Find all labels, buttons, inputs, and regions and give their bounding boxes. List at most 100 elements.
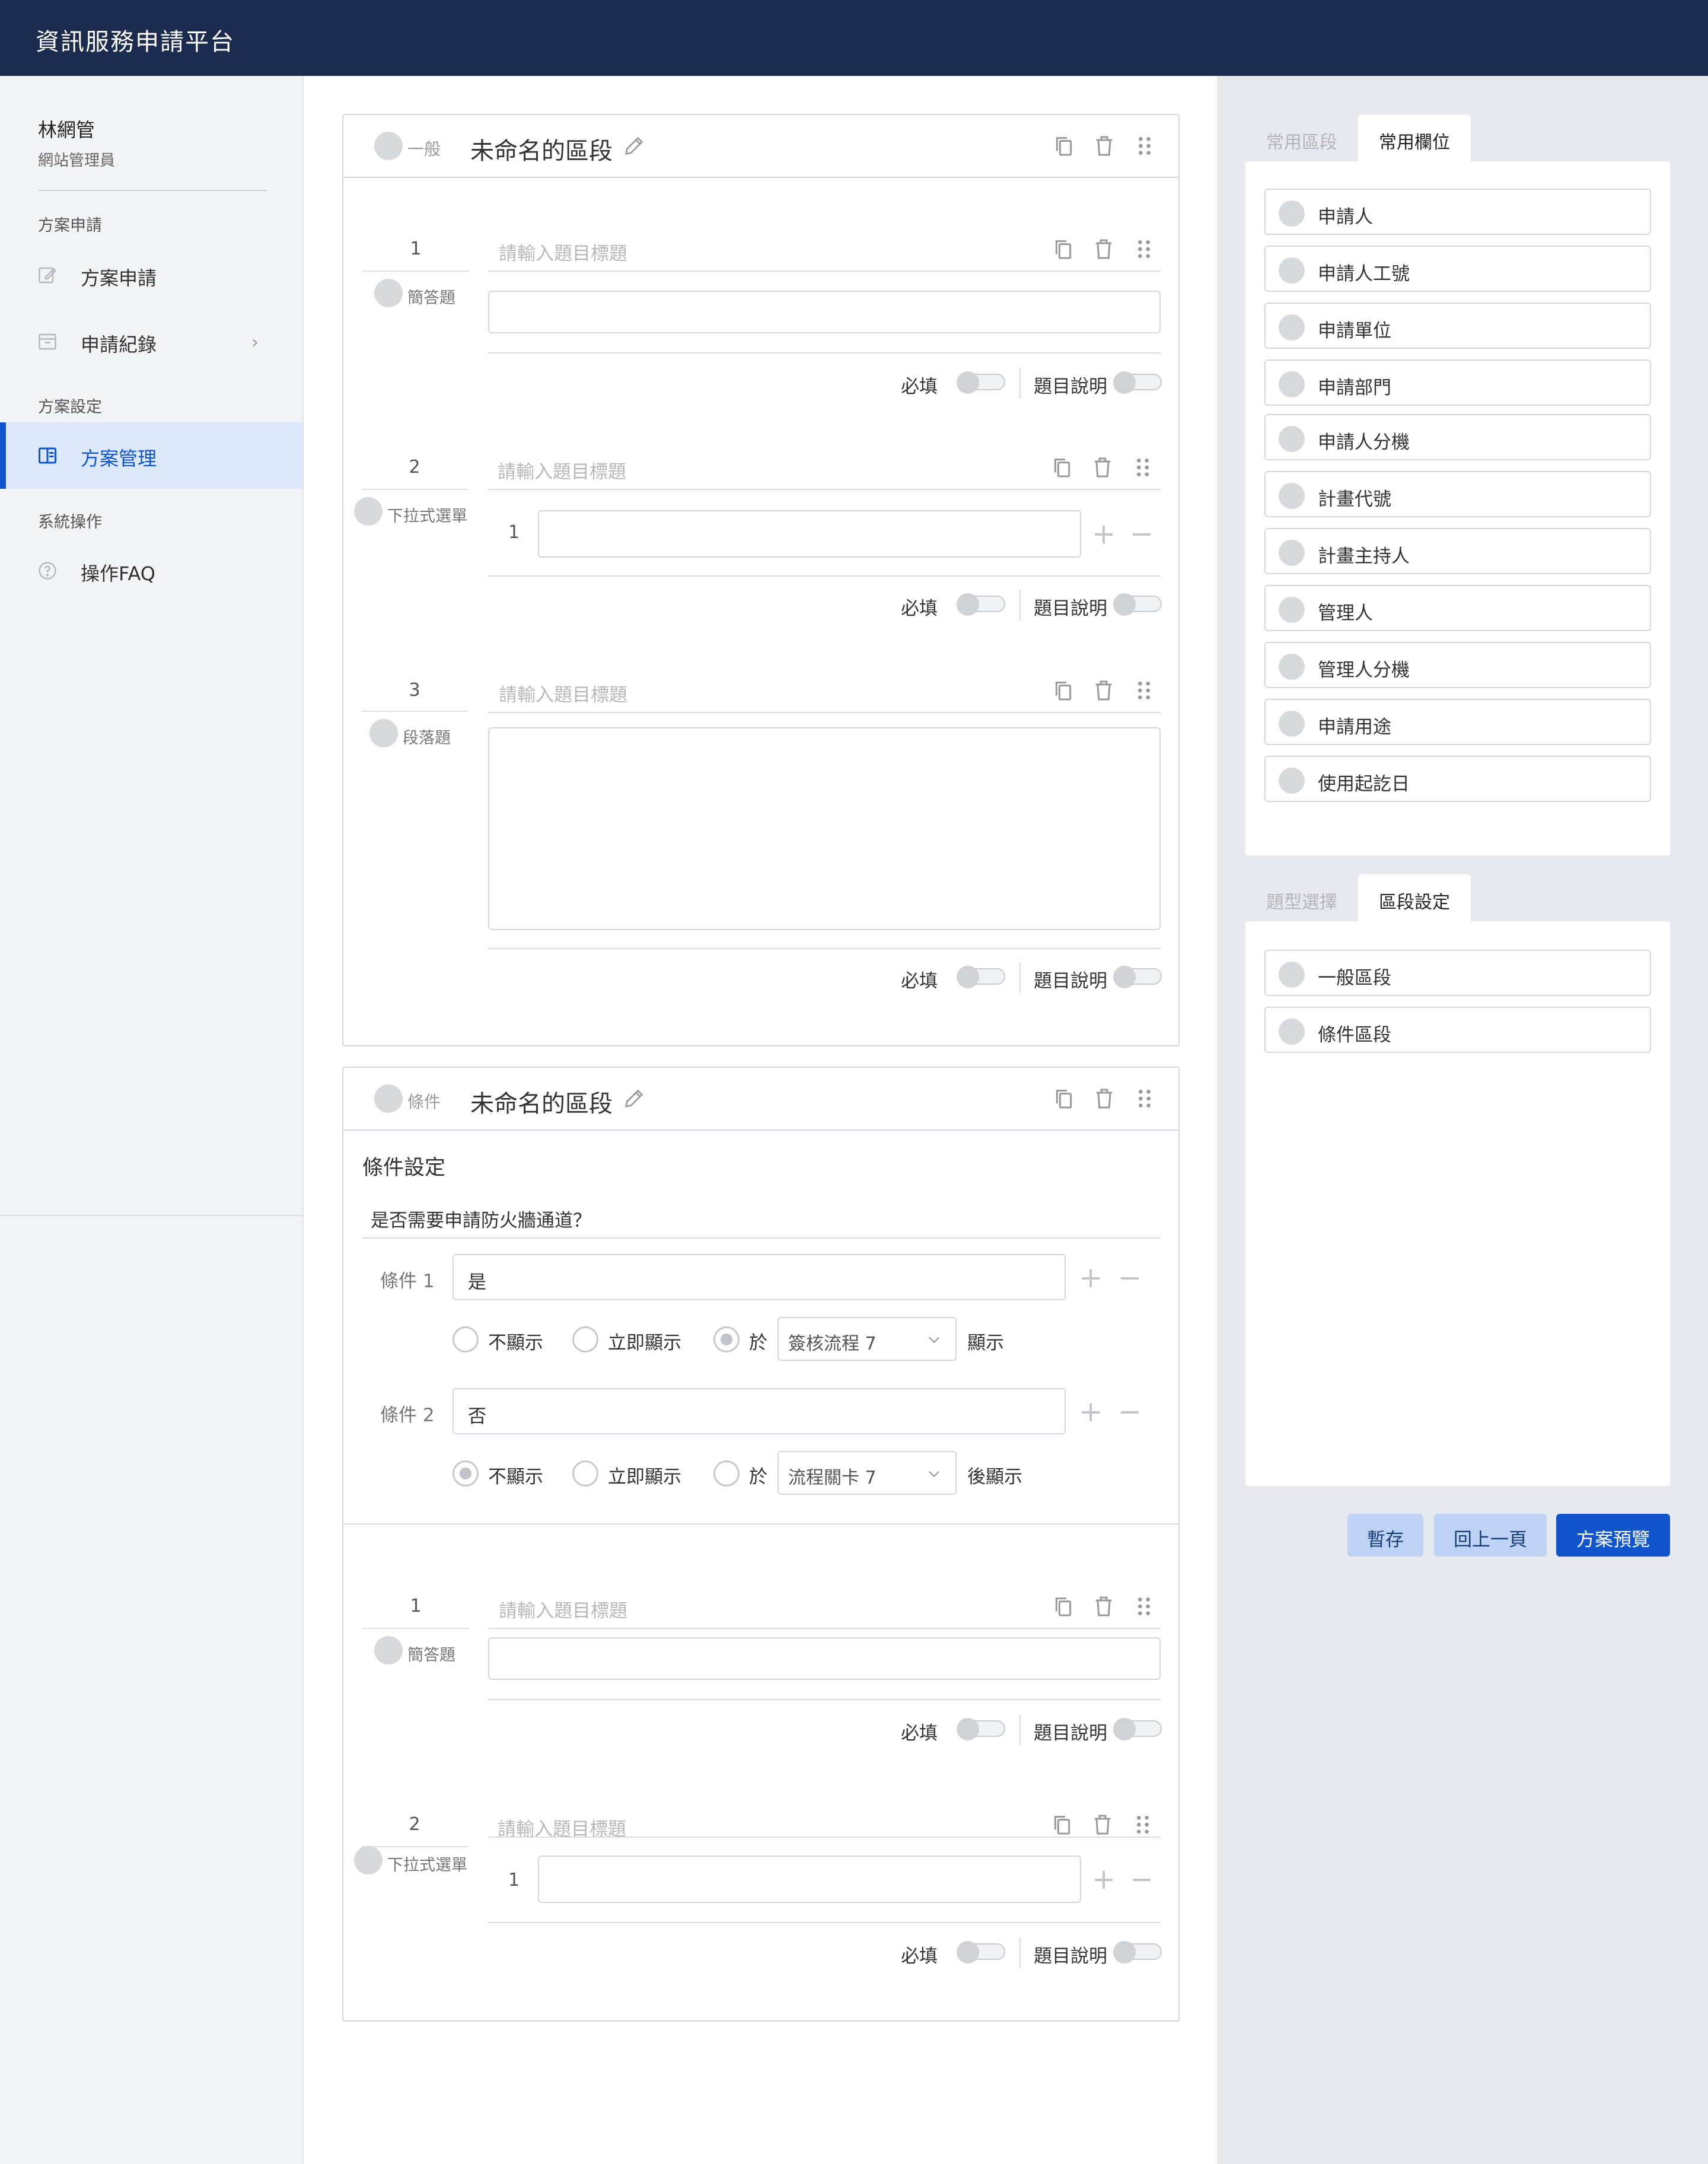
add-condition-button[interactable]: +: [1079, 1398, 1102, 1426]
question-title-input[interactable]: 請輸入題目標題: [498, 457, 626, 483]
required-toggle[interactable]: [957, 371, 1005, 394]
trash-icon[interactable]: [1092, 1086, 1116, 1112]
copy-icon[interactable]: [1051, 677, 1075, 704]
trash-icon[interactable]: [1092, 133, 1116, 159]
divider: [488, 948, 1161, 949]
section-type-item[interactable]: 一般區段: [1264, 950, 1651, 996]
drag-grip-icon[interactable]: [1133, 133, 1156, 159]
option-input[interactable]: [538, 1856, 1081, 1903]
description-toggle[interactable]: [1113, 966, 1162, 988]
sidebar-item-label: 方案管理: [81, 447, 157, 470]
add-condition-button[interactable]: +: [1079, 1264, 1102, 1292]
field-item[interactable]: 申請人工號: [1264, 246, 1651, 292]
add-option-button[interactable]: +: [1092, 1865, 1116, 1894]
field-item[interactable]: 申請人分機: [1264, 414, 1651, 460]
tab-question-types[interactable]: 題型選擇: [1245, 874, 1358, 922]
drag-grip-icon[interactable]: [1131, 454, 1155, 480]
radio-show-now[interactable]: [572, 1460, 598, 1487]
description-toggle[interactable]: [1113, 1718, 1162, 1740]
paragraph-input[interactable]: [488, 727, 1161, 930]
short-answer-input[interactable]: [488, 1637, 1161, 1680]
condition-value-input[interactable]: 否: [453, 1388, 1066, 1434]
divider: [1019, 962, 1021, 993]
section-type-item[interactable]: 條件區段: [1264, 1007, 1651, 1053]
drag-grip-icon[interactable]: [1132, 677, 1156, 704]
drag-grip-icon[interactable]: [1132, 236, 1156, 262]
description-toggle[interactable]: [1113, 593, 1162, 616]
field-item[interactable]: 申請單位: [1264, 303, 1651, 349]
field-label: 計畫主持人: [1318, 546, 1410, 567]
sidebar-item-apply[interactable]: 方案申請: [0, 242, 302, 308]
save-draft-button[interactable]: 暫存: [1347, 1514, 1423, 1557]
copy-icon[interactable]: [1052, 133, 1076, 159]
trash-icon[interactable]: [1092, 236, 1116, 262]
drag-grip-icon[interactable]: [1133, 1086, 1156, 1112]
field-item[interactable]: 管理人: [1264, 585, 1651, 631]
trash-icon[interactable]: [1091, 1812, 1114, 1838]
section-actions: [1052, 133, 1153, 159]
radio-show-at[interactable]: [713, 1460, 740, 1487]
add-option-button[interactable]: +: [1092, 520, 1116, 548]
field-label: 申請人分機: [1318, 432, 1410, 453]
copy-icon[interactable]: [1051, 236, 1075, 262]
copy-icon[interactable]: [1052, 1086, 1076, 1112]
pencil-icon[interactable]: [622, 134, 646, 158]
section-name[interactable]: 未命名的區段: [470, 132, 613, 166]
remove-option-button[interactable]: −: [1130, 1865, 1153, 1894]
radio-show-now[interactable]: [572, 1326, 598, 1352]
short-answer-input[interactable]: [488, 291, 1161, 333]
field-item[interactable]: 管理人分機: [1264, 642, 1651, 688]
pencil-icon[interactable]: [622, 1087, 646, 1110]
remove-condition-button[interactable]: −: [1118, 1398, 1142, 1426]
preview-button[interactable]: 方案預覽: [1556, 1514, 1670, 1557]
section-name[interactable]: 未命名的區段: [470, 1084, 613, 1119]
condition-value-input[interactable]: 是: [453, 1254, 1066, 1300]
trash-icon[interactable]: [1092, 1593, 1116, 1619]
radio-show-at[interactable]: [713, 1326, 740, 1352]
drag-handle-icon: [1279, 426, 1305, 452]
flow-select[interactable]: 簽核流程 7: [777, 1317, 957, 1361]
question-type-badge: 下拉式選單: [354, 497, 473, 526]
copy-icon[interactable]: [1051, 1593, 1075, 1619]
drag-grip-icon[interactable]: [1131, 1812, 1155, 1838]
field-item[interactable]: 計畫主持人: [1264, 528, 1651, 574]
field-item[interactable]: 申請人: [1264, 189, 1651, 235]
remove-option-button[interactable]: −: [1130, 520, 1153, 548]
question-title-input[interactable]: 請輸入題目標題: [499, 680, 627, 707]
option-input[interactable]: [538, 510, 1081, 558]
section-type-label: 一般區段: [1318, 968, 1391, 989]
question-title-input[interactable]: 請輸入題目標題: [499, 238, 627, 265]
remove-condition-button[interactable]: −: [1118, 1264, 1142, 1292]
tab-section-settings[interactable]: 區段設定: [1358, 874, 1471, 922]
tab-common-fields[interactable]: 常用欄位: [1358, 114, 1471, 162]
trash-icon[interactable]: [1092, 677, 1116, 704]
copy-icon[interactable]: [1050, 1812, 1074, 1838]
radio-hide[interactable]: [453, 1326, 479, 1352]
question-title-input[interactable]: 請輸入題目標題: [499, 1596, 627, 1622]
question-type-badge: 段落題: [369, 719, 470, 747]
required-toggle[interactable]: [957, 966, 1005, 988]
drag-handle-icon: [1279, 540, 1305, 566]
drag-grip-icon[interactable]: [1132, 1593, 1156, 1619]
user-divider: [38, 190, 267, 191]
trash-icon[interactable]: [1091, 454, 1114, 480]
description-toggle[interactable]: [1113, 371, 1162, 394]
sidebar-item-records[interactable]: 申請紀錄 ›: [0, 308, 302, 375]
field-item[interactable]: 計畫代號: [1264, 471, 1651, 517]
back-button[interactable]: 回上一頁: [1434, 1514, 1547, 1557]
required-toggle[interactable]: [957, 1941, 1005, 1963]
field-item[interactable]: 申請用途: [1264, 699, 1651, 745]
copy-icon[interactable]: [1050, 454, 1074, 480]
flow-select[interactable]: 流程關卡 7: [777, 1451, 957, 1495]
required-toggle[interactable]: [957, 1718, 1005, 1740]
drag-handle-icon: [1279, 201, 1305, 227]
tab-common-sections[interactable]: 常用區段: [1245, 114, 1358, 162]
sidebar-item-plan-manage[interactable]: 方案管理: [0, 422, 302, 489]
required-toggle[interactable]: [957, 593, 1005, 616]
field-item[interactable]: 使用起訖日: [1264, 756, 1651, 802]
radio-hide[interactable]: [453, 1460, 479, 1487]
description-toggle[interactable]: [1113, 1941, 1162, 1963]
sidebar-item-faq[interactable]: 操作FAQ: [0, 537, 302, 604]
field-item[interactable]: 申請部門: [1264, 359, 1651, 406]
field-label: 使用起訖日: [1318, 774, 1410, 795]
